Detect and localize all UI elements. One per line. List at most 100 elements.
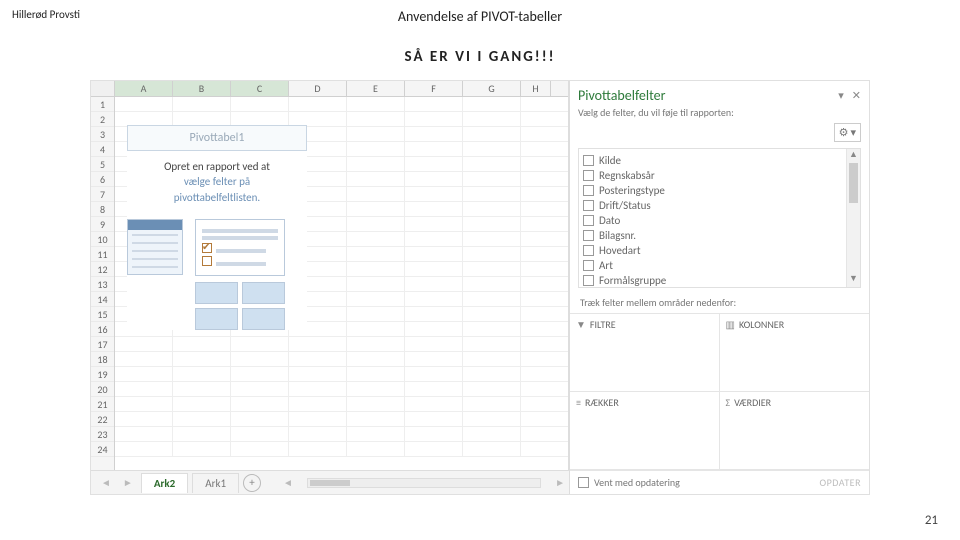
row-header[interactable]: 12 xyxy=(91,262,114,277)
row-header[interactable]: 23 xyxy=(91,427,114,442)
table-illustration-icon xyxy=(127,219,183,275)
field-item[interactable]: Regnskabsår xyxy=(583,168,842,183)
scroll-down-icon[interactable]: ▼ xyxy=(847,273,860,287)
filter-icon: ▼ xyxy=(576,318,586,331)
row-header[interactable]: 8 xyxy=(91,202,114,217)
row-header[interactable]: 19 xyxy=(91,367,114,382)
defer-update-checkbox[interactable]: Vent med opdatering xyxy=(578,476,680,489)
field-label: Formålsgruppe xyxy=(599,274,666,287)
pivot-fields-pane: Pivottabelfelter ▾ ✕ Vælg de felter, du … xyxy=(569,81,869,494)
checkbox-icon xyxy=(578,477,589,488)
row-header[interactable]: 18 xyxy=(91,352,114,367)
columns-icon: ▥ xyxy=(726,318,735,331)
pivot-placeholder-message: Opret en rapport ved at vælge felter på … xyxy=(127,159,307,205)
hscroll-right-icon[interactable]: ► xyxy=(551,476,569,489)
zone-columns[interactable]: ▥ KOLONNER xyxy=(720,314,870,392)
sheet-tab-active[interactable]: Ark2 xyxy=(141,473,188,493)
field-list-box: Kilde Regnskabsår PosteringstypeDrift/Stat… xyxy=(578,148,861,288)
field-item[interactable]: Drift/Status xyxy=(583,198,842,213)
field-label: Bilagsnr. xyxy=(599,229,636,242)
zone-filters[interactable]: ▼ FILTRE xyxy=(570,314,720,392)
row-header[interactable]: 6 xyxy=(91,172,114,187)
field-item[interactable]: Hovedart xyxy=(583,243,842,258)
field-label: Regnskabsår xyxy=(599,169,655,182)
field-label: Hovedart xyxy=(599,244,641,257)
pivot-placeholder-title: Pivottabel1 xyxy=(127,125,307,151)
zone-values[interactable]: ΣVÆRDIER xyxy=(720,392,870,470)
field-item[interactable]: Art xyxy=(583,258,842,273)
pane-close-icon[interactable]: ✕ xyxy=(852,89,861,102)
column-header[interactable]: E xyxy=(347,81,405,96)
field-list-scrollbar[interactable]: ▲ ▼ xyxy=(846,149,860,287)
checkbox-icon xyxy=(583,245,594,256)
excel-screenshot: A B C D E F G H 123456789101112131415161… xyxy=(90,80,870,495)
pivot-msg-line: Opret en rapport ved at xyxy=(164,160,270,173)
pane-dropdown-icon[interactable]: ▾ xyxy=(838,89,844,102)
rows-icon: ≡ xyxy=(576,396,581,409)
zone-label: VÆRDIER xyxy=(734,396,771,409)
scroll-up-icon[interactable]: ▲ xyxy=(847,149,860,163)
row-header[interactable]: 13 xyxy=(91,277,114,292)
zone-rows[interactable]: ≡RÆKKER xyxy=(570,392,720,470)
checkbox-icon xyxy=(583,260,594,271)
pane-layout-button[interactable]: ⚙▾ xyxy=(834,123,861,142)
checkbox-icon xyxy=(583,155,594,166)
column-header[interactable]: A xyxy=(115,81,173,96)
checkbox-icon xyxy=(583,200,594,211)
row-headers: 123456789101112131415161718192021222324 xyxy=(91,97,115,470)
defer-label: Vent med opdatering xyxy=(594,476,680,489)
column-header[interactable]: D xyxy=(289,81,347,96)
select-all-corner[interactable] xyxy=(91,81,115,96)
row-header[interactable]: 21 xyxy=(91,397,114,412)
row-header[interactable]: 15 xyxy=(91,307,114,322)
horizontal-scrollbar[interactable] xyxy=(307,478,541,488)
hscroll-left-icon[interactable]: ◄ xyxy=(279,476,297,489)
pivot-msg-line: vælge felter på xyxy=(184,175,250,188)
pivot-msg-line: pivottabelfeltlisten. xyxy=(174,191,260,204)
row-header[interactable]: 10 xyxy=(91,232,114,247)
zone-label: KOLONNER xyxy=(739,318,784,331)
row-header[interactable]: 4 xyxy=(91,142,114,157)
column-header[interactable]: G xyxy=(463,81,521,96)
row-header[interactable]: 20 xyxy=(91,382,114,397)
tab-nav-next-icon[interactable]: ► xyxy=(119,476,137,489)
field-item[interactable]: Bilagsnr. xyxy=(583,228,842,243)
sheet-tab-add[interactable]: + xyxy=(243,474,261,492)
header-subhead: SÅ ER VI I GANG!!! xyxy=(0,48,960,66)
row-header[interactable]: 2 xyxy=(91,112,114,127)
row-header[interactable]: 5 xyxy=(91,157,114,172)
row-header[interactable]: 24 xyxy=(91,442,114,457)
values-icon: Σ xyxy=(726,396,731,409)
sheet-tab-bar: ◄ ► Ark2 Ark1 + ◄ ► xyxy=(91,470,569,494)
field-item[interactable]: Posteringstype xyxy=(583,183,842,198)
column-header[interactable]: C xyxy=(231,81,289,96)
row-header[interactable]: 22 xyxy=(91,412,114,427)
row-header[interactable]: 3 xyxy=(91,127,114,142)
pane-title: Pivottabelfelter xyxy=(578,87,665,104)
tab-nav-prev-icon[interactable]: ◄ xyxy=(97,476,115,489)
row-header[interactable]: 1 xyxy=(91,97,114,112)
fieldlist-illustration-icon xyxy=(195,219,285,330)
row-header[interactable]: 9 xyxy=(91,217,114,232)
row-header[interactable]: 17 xyxy=(91,337,114,352)
worksheet-grid: A B C D E F G H 123456789101112131415161… xyxy=(91,81,569,470)
field-item[interactable]: Kilde xyxy=(583,153,842,168)
header-title: Anvendelse af PIVOT-tabeller xyxy=(0,8,960,25)
row-header[interactable]: 11 xyxy=(91,247,114,262)
field-item[interactable]: Dato xyxy=(583,213,842,228)
field-label: Kilde xyxy=(599,154,621,167)
field-item[interactable]: Formålsgruppe xyxy=(583,273,842,288)
column-header[interactable]: F xyxy=(405,81,463,96)
update-button[interactable]: OPDATER xyxy=(820,476,861,489)
column-header[interactable]: H xyxy=(521,81,551,96)
chevron-down-icon: ▾ xyxy=(850,126,856,139)
sheet-tab[interactable]: Ark1 xyxy=(192,473,239,493)
column-header[interactable]: B xyxy=(173,81,231,96)
field-label: Posteringstype xyxy=(599,184,665,197)
row-header[interactable]: 16 xyxy=(91,322,114,337)
page-number: 21 xyxy=(925,513,938,528)
row-header[interactable]: 14 xyxy=(91,292,114,307)
row-header[interactable]: 7 xyxy=(91,187,114,202)
field-label: Art xyxy=(599,259,613,272)
zone-label: FILTRE xyxy=(590,318,616,331)
